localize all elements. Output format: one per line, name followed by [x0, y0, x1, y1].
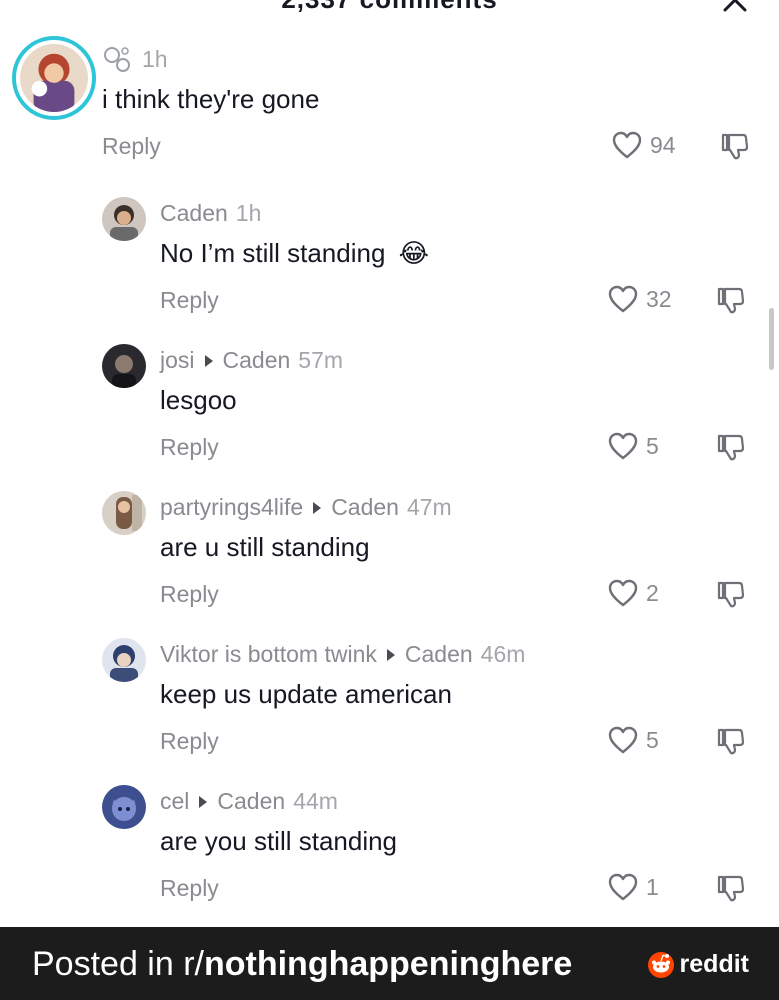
comment-time: 1h	[235, 200, 262, 226]
reply-to-username[interactable]: Caden	[331, 494, 399, 521]
reply-button[interactable]: Reply	[160, 581, 219, 608]
comments-count-title: 2,337 comments	[0, 0, 779, 14]
like-button[interactable]: 2	[608, 579, 659, 607]
avatar[interactable]	[102, 638, 146, 682]
reply-button[interactable]: Reply	[160, 434, 219, 461]
comment-time: 1h	[142, 45, 168, 72]
dislike-icon[interactable]	[716, 873, 746, 903]
dislike-icon[interactable]	[716, 726, 746, 756]
reply-to-username[interactable]: Caden	[405, 641, 473, 668]
reply-arrow-icon	[313, 501, 322, 514]
comment-username[interactable]: Caden	[160, 200, 228, 227]
comment-text: i think they're gone	[102, 84, 320, 114]
reply-arrow-icon	[386, 648, 395, 661]
comments-header: 2,337 comments	[0, 0, 779, 14]
reply-button[interactable]: Reply	[102, 133, 161, 160]
dislike-icon[interactable]	[716, 432, 746, 462]
like-count: 32	[646, 285, 672, 312]
like-count: 5	[646, 432, 659, 459]
comment-meta: 1h	[102, 44, 168, 74]
dislike-icon[interactable]	[716, 285, 746, 315]
like-count: 2	[646, 579, 659, 606]
like-button[interactable]: 5	[608, 432, 659, 460]
dislike-icon[interactable]	[716, 579, 746, 609]
close-icon[interactable]	[721, 0, 749, 14]
comment-username[interactable]: cel	[160, 788, 189, 815]
comment-text: lesgoo	[160, 385, 237, 415]
like-button[interactable]: 94	[612, 131, 676, 159]
comment-text: keep us update american	[160, 679, 452, 709]
avatar[interactable]	[102, 785, 146, 829]
reply-to-username[interactable]: Caden	[217, 788, 285, 815]
reply-button[interactable]: Reply	[160, 287, 219, 314]
scrollbar-thumb[interactable]	[769, 308, 774, 370]
comment-meta: Viktor is bottom twink Caden 46m	[160, 641, 525, 668]
reddit-alien-icon	[647, 952, 674, 978]
heart-icon	[608, 726, 638, 754]
posted-in-label: Posted in r/nothinghappeninghere	[32, 945, 573, 983]
like-button[interactable]: 1	[608, 873, 659, 901]
avatar[interactable]	[102, 344, 146, 388]
reddit-logo: reddit	[646, 949, 749, 979]
heart-icon	[608, 873, 638, 901]
like-count: 1	[646, 873, 659, 900]
comment-time: 57m	[298, 347, 344, 373]
comment-time: 44m	[293, 788, 338, 814]
comment-meta: josi Caden 57m	[160, 347, 343, 374]
comment-meta: cel Caden 44m	[160, 788, 338, 815]
avatar[interactable]	[102, 197, 146, 241]
reply-arrow-icon	[204, 354, 213, 367]
reply-arrow-icon	[199, 795, 208, 808]
comment-username[interactable]: partyrings4life	[160, 494, 303, 521]
comment-username[interactable]: josi	[160, 347, 195, 374]
like-count: 5	[646, 726, 659, 753]
bubbles-badge-icon	[104, 47, 130, 72]
laughing-emoji: 😂	[398, 238, 430, 268]
like-button[interactable]: 5	[608, 726, 659, 754]
reddit-wordmark: reddit	[679, 949, 749, 978]
like-count: 94	[650, 131, 676, 158]
comment-text: are u still standing	[160, 532, 370, 562]
comment-text: are you still standing	[160, 826, 398, 856]
avatar[interactable]	[102, 491, 146, 535]
heart-icon	[608, 432, 638, 460]
heart-icon	[608, 579, 638, 607]
comment-meta: partyrings4life Caden 47m	[160, 494, 452, 521]
reddit-footer-bar: Posted in r/nothinghappeninghere reddit	[0, 927, 779, 1000]
heart-icon	[608, 285, 638, 313]
comment-time: 47m	[406, 494, 452, 520]
like-button[interactable]: 32	[608, 285, 672, 313]
reply-to-username[interactable]: Caden	[223, 347, 291, 374]
subreddit-name[interactable]: nothinghappeninghere	[204, 945, 572, 983]
comment-text: No I’m still standing 😂	[160, 238, 430, 268]
comment-meta: Caden 1h	[160, 200, 261, 227]
heart-icon	[612, 131, 642, 159]
reply-button[interactable]: Reply	[160, 875, 219, 902]
comment-time: 46m	[480, 641, 526, 667]
reply-button[interactable]: Reply	[160, 728, 219, 755]
avatar[interactable]	[12, 36, 96, 120]
comment-username[interactable]: Viktor is bottom twink	[160, 641, 377, 668]
dislike-icon[interactable]	[720, 131, 750, 161]
